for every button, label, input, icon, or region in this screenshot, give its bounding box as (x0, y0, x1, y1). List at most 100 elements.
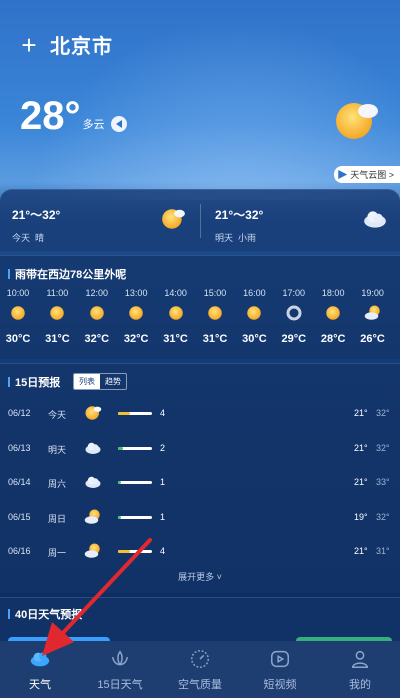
low-temp: 19° (354, 511, 368, 522)
forecast-15-card: 15日预报 列表 趋势 06/12 今天 4 21° 32° 06/13 明天 2 21° 32°… (0, 363, 400, 593)
forecast-15-title: 15日预报 (8, 374, 60, 390)
add-city-icon[interactable]: + (18, 32, 40, 58)
section-accent-bar (8, 377, 10, 387)
tab-15day[interactable]: 15日天气 (80, 641, 160, 698)
tab-trend[interactable]: 趋势 (100, 374, 126, 389)
tab-mine[interactable]: 我的 (320, 641, 400, 698)
today-range: 21°～32° (12, 208, 61, 222)
sun-icon (9, 304, 27, 322)
hour-temp: 30°C (5, 333, 31, 345)
hour-temp: 31°C (163, 333, 188, 345)
tab-video-label: 短视频 (263, 679, 297, 691)
tab-15day-label: 15日天气 (97, 679, 143, 691)
hour-time: 15:00 (203, 288, 227, 298)
high-temp: 33° (376, 477, 390, 487)
hour-temp: 31°C (45, 333, 70, 345)
low-temp: 21° (354, 546, 368, 556)
sun-icon (245, 304, 263, 322)
forecast-day-row[interactable]: 06/14 周六 1 21° 33° (0, 473, 400, 493)
sun-icon (206, 304, 224, 322)
aqi-bar (118, 481, 152, 484)
weather-map-button[interactable]: 天气云图 > (334, 166, 400, 183)
day-date: 06/13 (8, 442, 31, 453)
hour-item: 18:00 28°C (313, 288, 353, 345)
sun-icon (160, 206, 186, 232)
hour-time: 11:00 (46, 288, 69, 298)
tab-air-label: 空气质量 (178, 679, 222, 691)
city-name[interactable]: 北京市 (50, 30, 113, 59)
hourly-forecast-card: 雨带在西边78公里外呢 10:00 30°C 11:00 31°C 12:00 32°C 1… (0, 255, 400, 359)
tab-weather-label: 天气 (29, 679, 51, 691)
hour-time: 16:00 (243, 288, 266, 298)
forecast-40-card[interactable]: 40日天气预报 (0, 597, 400, 641)
aqi-value: 2 (160, 442, 166, 453)
hour-item: 12:00 32°C (77, 288, 117, 345)
speaker-icon[interactable] (110, 116, 127, 132)
hour-temp: 28°C (320, 333, 346, 345)
divider (200, 204, 201, 238)
sun-icon (88, 304, 106, 322)
day-date: 06/12 (8, 408, 31, 418)
expand-more-link[interactable]: 展开更多 ˅ (0, 570, 400, 583)
hour-temp: 31°C (202, 333, 228, 345)
tomorrow-label: 明天 (215, 233, 234, 243)
tomorrow-range: 21°～32° (215, 208, 264, 222)
hourly-title: 雨带在西边78公里外呢 (8, 266, 126, 282)
weather-map-label: 天气云图 > (350, 170, 394, 180)
forecast-day-row[interactable]: 06/12 今天 4 21° 32° (0, 404, 400, 424)
hour-temp: 32°C (84, 333, 110, 345)
hour-item: 17:00 29°C (274, 288, 314, 345)
section-accent-bar (8, 609, 10, 619)
today-label: 今天 (12, 233, 31, 243)
hour-item: 10:00 30°C (0, 288, 38, 345)
aqi-bar-fill (118, 412, 130, 415)
rain-band-notice[interactable]: 雨带在西边78公里外呢 (15, 266, 126, 282)
hour-time: 14:00 (164, 288, 187, 298)
lotus-icon (111, 650, 129, 666)
low-temp: 21° (354, 477, 368, 487)
aqi-value: 1 (160, 477, 166, 487)
hour-temp: 32°C (123, 333, 149, 345)
day-weekday: 明天 (48, 444, 67, 455)
hour-item: 19:00 26°C (353, 288, 393, 345)
aqi-bar-fill (118, 481, 122, 484)
hour-item: 15:00 31°C (195, 288, 235, 345)
hourly-list[interactable]: 10:00 30°C 11:00 31°C 12:00 32°C 13:00 32°C 14:0… (0, 288, 400, 358)
day-date: 06/15 (8, 511, 31, 522)
tab-weather[interactable]: 天气 (0, 641, 80, 698)
header: + 北京市 (18, 30, 113, 59)
sun-cloud-icon (332, 97, 380, 145)
high-temp: 32° (376, 511, 390, 522)
cloud-icon (84, 473, 102, 491)
tomorrow-condition: 小雨 (238, 233, 257, 243)
tab-air[interactable]: 空气质量 (160, 641, 240, 698)
today-tomorrow-card[interactable]: 21°～32° 今天 晴 21°～32° 明天 小雨 (0, 189, 400, 251)
hour-item: 13:00 32°C (116, 288, 156, 345)
forecast-day-row[interactable]: 06/13 明天 2 21° 32° (0, 439, 400, 459)
gauge-icon (191, 650, 209, 668)
aqi-bar (118, 446, 152, 450)
forecast-day-row[interactable]: 06/16 周一 4 21° 31° (0, 542, 400, 562)
hour-time: 10:00 (6, 288, 30, 298)
aqi-bar-fill (118, 446, 124, 450)
high-temp: 32° (376, 442, 390, 453)
hour-item: 11:00 31°C (37, 288, 77, 345)
hour-time: 12:00 (85, 288, 109, 298)
cloud-icon (362, 206, 388, 232)
view-toggle[interactable]: 列表 趋势 (73, 373, 127, 390)
today-summary[interactable]: 21°～32° 今天 晴 (12, 206, 60, 244)
hour-temp: 29°C (281, 333, 307, 345)
tab-video[interactable]: 短视频 (240, 641, 320, 698)
section-accent-bar (8, 269, 10, 279)
partly-cloudy-icon (364, 304, 382, 322)
sun-icon (127, 304, 145, 322)
current-temperature: 28° (20, 94, 81, 138)
partly-cloudy-icon (84, 542, 102, 560)
high-temp: 31° (376, 546, 390, 556)
forecast-day-row[interactable]: 06/15 周日 1 19° 32° (0, 508, 400, 528)
tomorrow-summary[interactable]: 21°～32° 明天 小雨 (215, 206, 263, 244)
aqi-bar-fill (118, 515, 122, 519)
tab-list[interactable]: 列表 (74, 374, 100, 389)
aqi-bar-fill (118, 550, 130, 553)
hour-time: 13:00 (124, 288, 148, 298)
